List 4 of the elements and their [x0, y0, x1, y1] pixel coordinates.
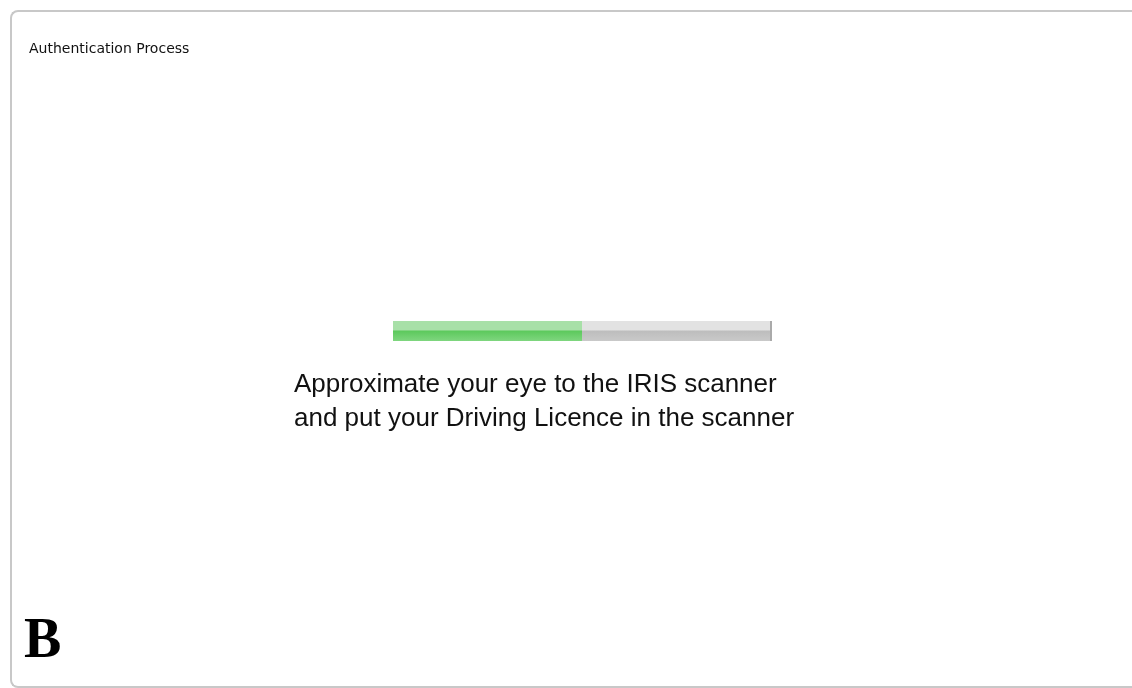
instruction-text: Approximate your eye to the IRIS scanner — [294, 367, 778, 400]
window-title: Authentication Process — [29, 39, 190, 58]
logo: B — [24, 610, 62, 666]
instruction-text: and put your Driving Licence in the scanner — [294, 401, 795, 434]
